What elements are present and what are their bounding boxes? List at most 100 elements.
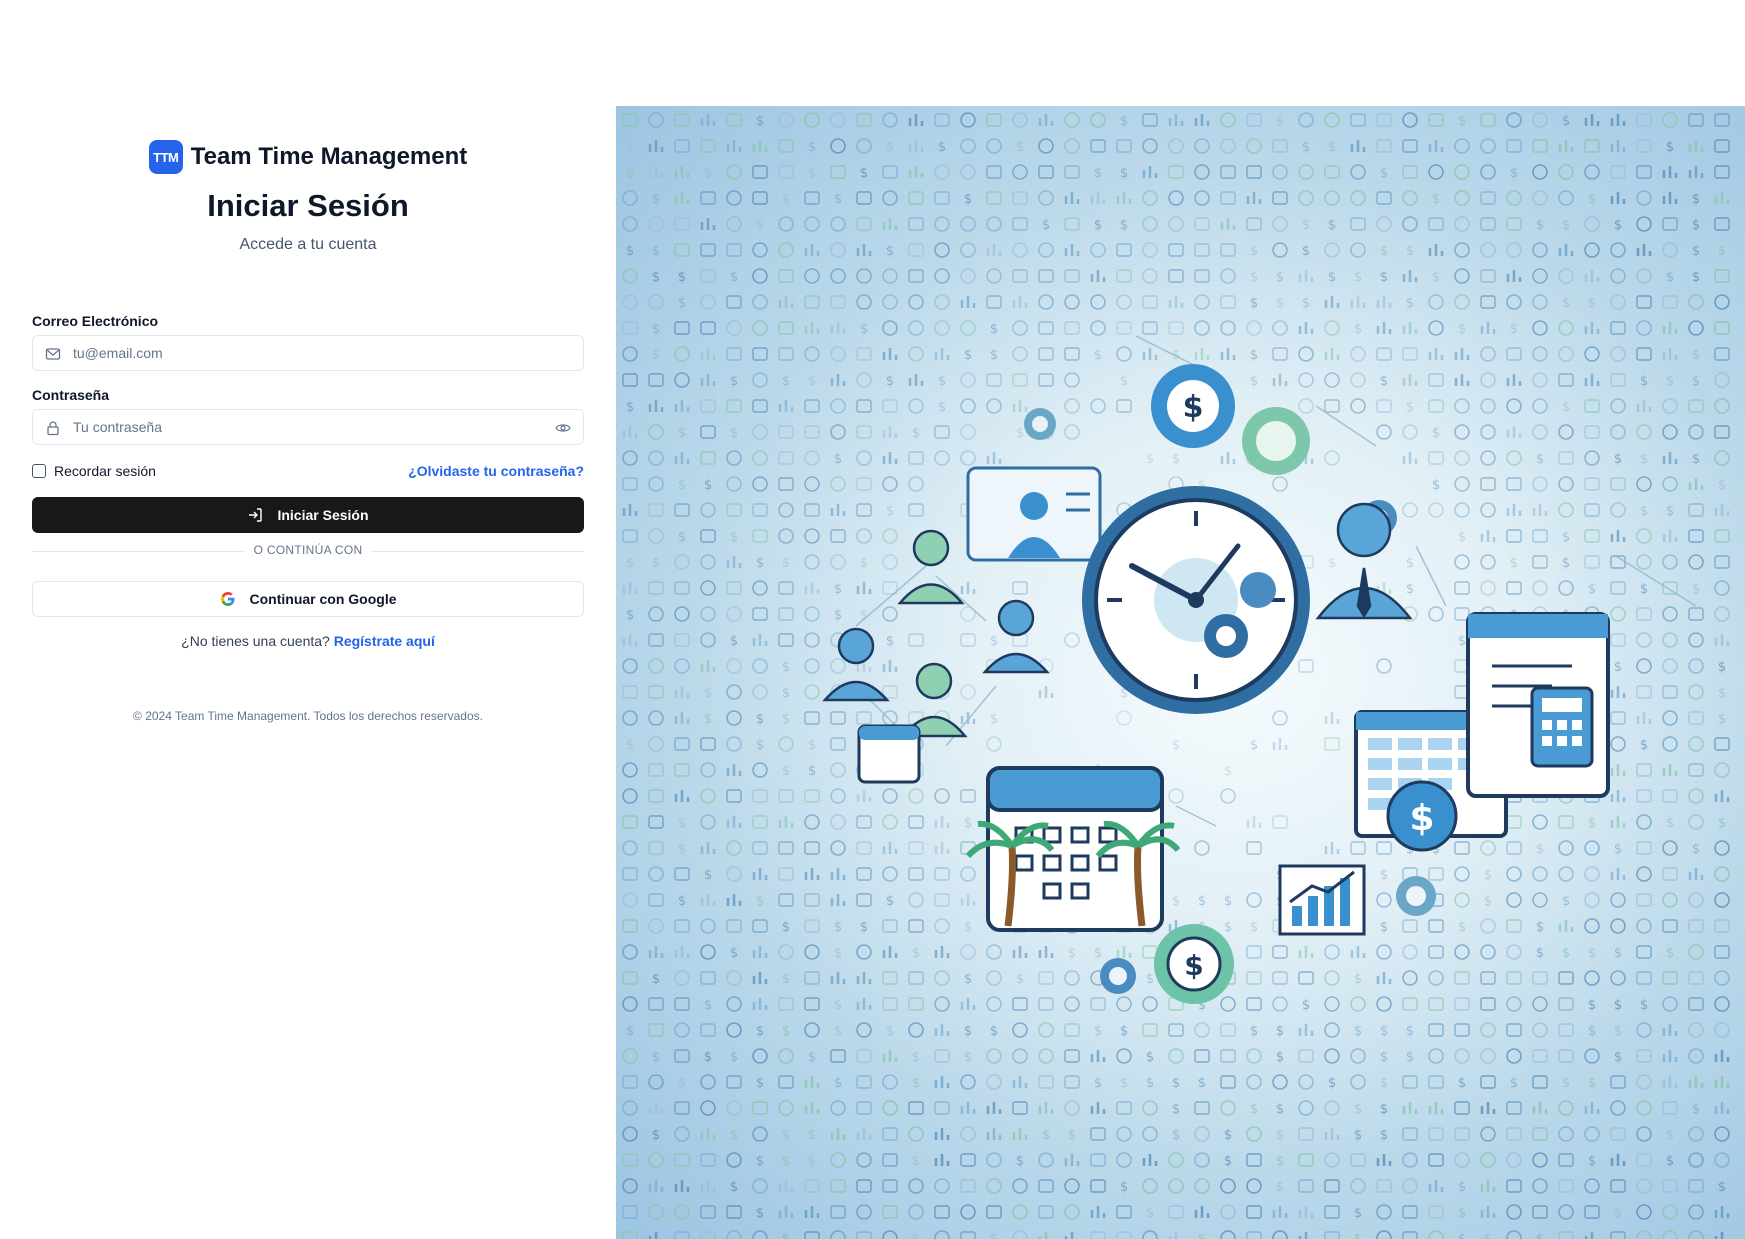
background-icon: [1688, 711, 1704, 725]
background-icon: $: [808, 140, 816, 155]
background-icon: [752, 529, 768, 543]
background-icon: [1480, 1075, 1496, 1089]
signup-link[interactable]: Regístrate aquí: [334, 633, 435, 649]
background-icon: $: [1692, 374, 1700, 389]
remember-me[interactable]: Recordar sesión: [32, 463, 156, 479]
password-field-wrapper: [32, 409, 584, 445]
background-icon: [778, 581, 794, 595]
background-icon: [1350, 164, 1366, 180]
background-icon: [830, 788, 846, 804]
background-icon: [622, 919, 638, 933]
background-icon: [1636, 841, 1652, 855]
background-icon: [700, 294, 716, 310]
background-icon: [1168, 190, 1184, 206]
background-icon: [726, 1022, 742, 1038]
background-icon: [1350, 398, 1366, 414]
background-icon: [1298, 270, 1314, 282]
person-icon: [897, 529, 965, 605]
background-icon: [1636, 971, 1652, 985]
background-icon: $: [1432, 478, 1440, 493]
background-icon: [1584, 242, 1600, 258]
background-icon: [1168, 321, 1184, 335]
background-icon: $: [756, 114, 764, 129]
background-icon: [648, 633, 664, 647]
background-icon: [622, 815, 638, 829]
background-icon: [1558, 580, 1574, 596]
background-icon: [778, 816, 794, 828]
background-icon: $: [730, 1128, 738, 1143]
background-icon: [1038, 294, 1054, 310]
background-icon: [1480, 398, 1496, 414]
background-icon: $: [1380, 1128, 1388, 1143]
background-icon: [908, 1022, 924, 1038]
background-icon: [778, 1206, 794, 1218]
background-icon: [1324, 842, 1340, 854]
background-icon: [752, 607, 768, 621]
background-icon: [1454, 348, 1470, 360]
background-icon: $: [1614, 946, 1622, 961]
background-icon: [1714, 504, 1730, 516]
background-icon: [1454, 294, 1470, 310]
background-icon: [726, 970, 742, 986]
background-icon: [1168, 1232, 1184, 1239]
background-icon: [778, 502, 794, 518]
background-icon: $: [886, 894, 894, 909]
background-icon: [1662, 348, 1678, 360]
background-icon: [1480, 164, 1496, 180]
background-icon: [1558, 1179, 1574, 1193]
background-icon: [986, 191, 1002, 205]
background-icon: [856, 893, 872, 907]
background-icon: [1532, 555, 1548, 569]
background-icon: $: [990, 348, 998, 363]
background-icon: [1038, 242, 1054, 258]
background-icon: $: [1640, 998, 1648, 1013]
background-icon: [1220, 112, 1236, 128]
background-icon: [1688, 788, 1704, 804]
background-icon: [1532, 504, 1548, 516]
background-icon: [882, 320, 898, 336]
background-icon: [1064, 165, 1080, 179]
background-icon: [960, 1102, 976, 1114]
background-icon: [778, 269, 794, 283]
background-icon: [960, 1179, 976, 1193]
background-icon: [778, 736, 794, 752]
email-input[interactable]: [33, 336, 583, 370]
login-button[interactable]: Iniciar Sesión: [32, 497, 584, 533]
google-login-button[interactable]: Continuar con Google: [32, 581, 584, 617]
background-icon: [1558, 268, 1574, 284]
background-icon: [700, 114, 716, 126]
background-icon: $: [1016, 426, 1024, 441]
remember-checkbox[interactable]: [32, 464, 46, 478]
background-icon: [830, 762, 846, 778]
svg-text:$: $: [1183, 390, 1204, 425]
background-icon: [1012, 1204, 1028, 1220]
background-icon: $: [652, 1050, 660, 1065]
background-icon: [1688, 814, 1704, 830]
background-icon: [1376, 296, 1392, 308]
background-icon: [648, 476, 664, 492]
background-icon: [700, 139, 716, 153]
forgot-password-link[interactable]: ¿Olvidaste tu contraseña?: [408, 463, 584, 479]
eye-icon[interactable]: [555, 420, 571, 436]
background-icon: [1480, 295, 1496, 309]
background-icon: [1064, 1023, 1080, 1037]
background-icon: $: [886, 374, 894, 389]
password-input[interactable]: [33, 410, 583, 444]
background-icon: [804, 868, 820, 880]
background-icon: [1012, 191, 1028, 205]
background-icon: [1454, 944, 1470, 960]
background-icon: [804, 322, 820, 334]
background-icon: [1194, 164, 1210, 180]
background-icon: [1428, 970, 1444, 986]
background-icon: $: [1250, 1102, 1258, 1117]
background-icon: [1298, 946, 1314, 958]
background-icon: [1480, 971, 1496, 985]
background-icon: $: [678, 842, 686, 857]
background-icon: [856, 138, 872, 154]
background-icon: [1064, 1204, 1080, 1220]
background-icon: [726, 320, 742, 336]
background-icon: [856, 450, 872, 466]
background-icon: $: [1458, 1206, 1466, 1221]
background-icon: [1272, 164, 1288, 180]
background-icon: [1662, 112, 1678, 128]
